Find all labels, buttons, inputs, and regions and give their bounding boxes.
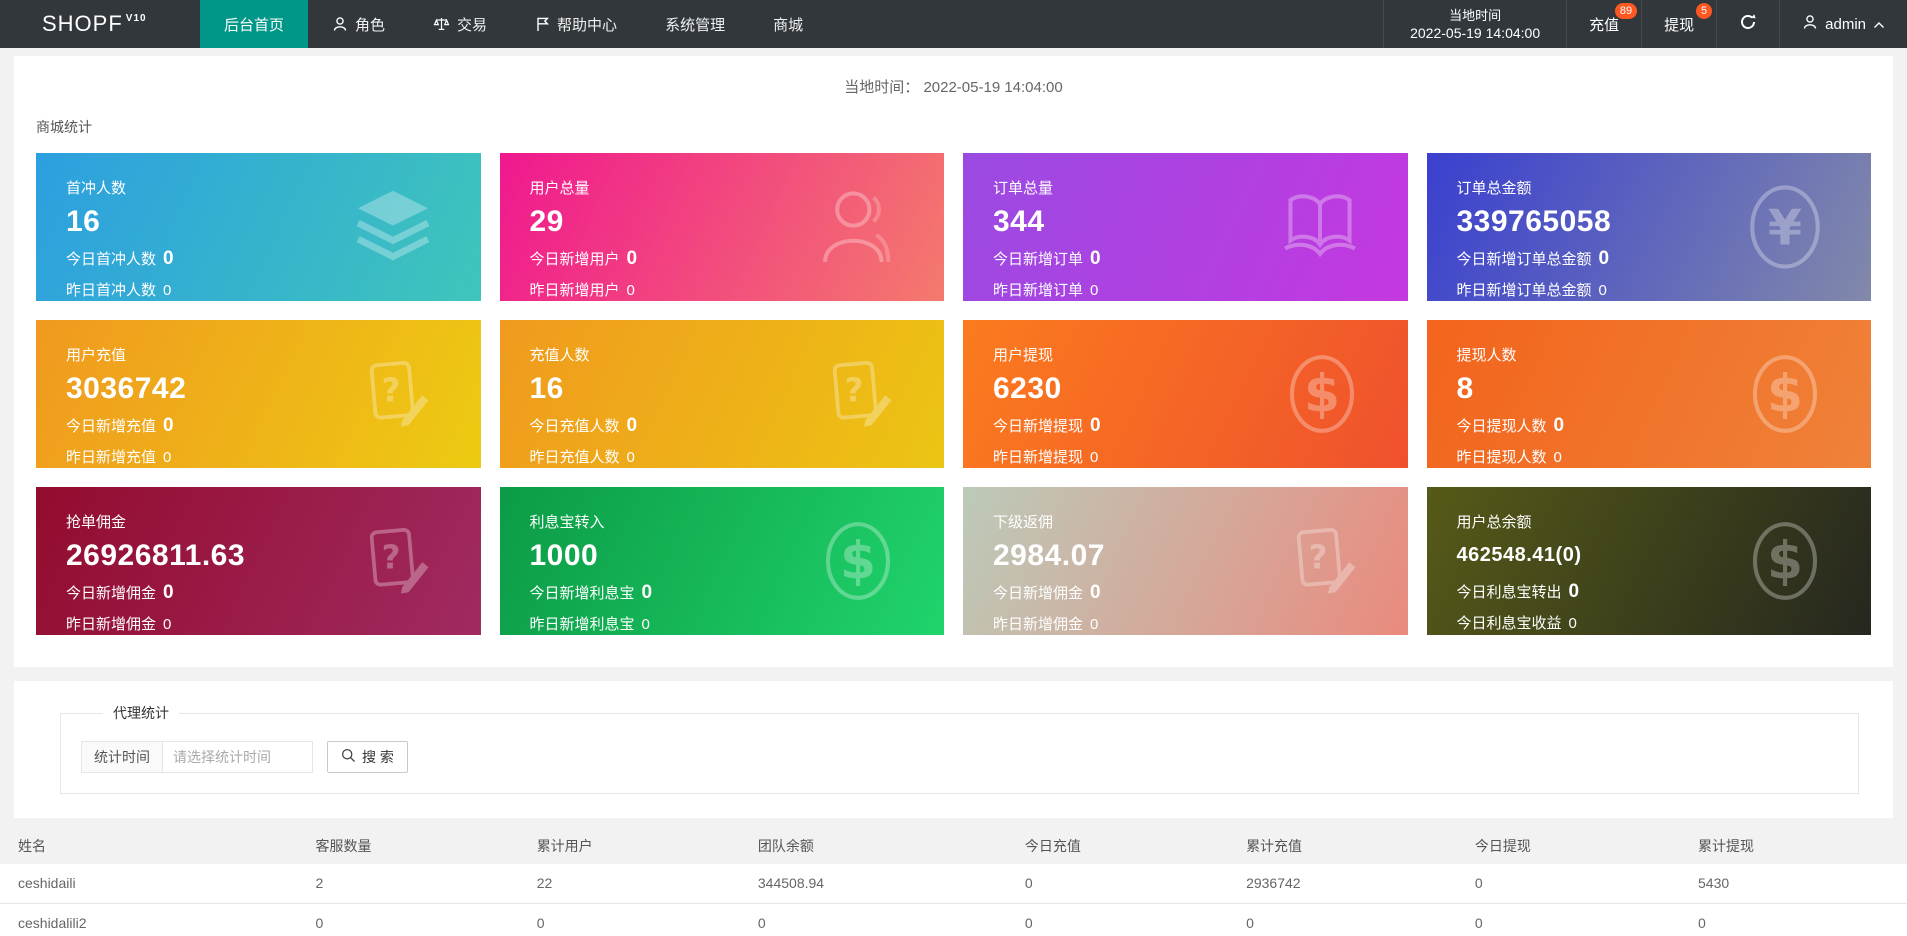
stat-card-withdraw-users: 提现人数 8 今日提现人数 0 昨日提现人数 0 $ [1426,320,1871,468]
content-local-time: 当地时间： 2022-05-19 14:04:00 [844,79,1063,96]
nav-item-mall[interactable]: 商城 [749,0,827,48]
recharge-button[interactable]: 充值 89 [1567,0,1643,48]
stat-card-sub-rebate: 下级返佣 2984.07 今日新增佣金 0 昨日新增佣金 0 ? [963,487,1408,635]
col-header-total-users: 累计用户 [518,828,740,864]
chevron-up-icon [1873,16,1885,33]
col-header-team-balance: 团队余额 [739,828,1007,864]
recharge-badge: 89 [1614,3,1638,19]
flag-icon [535,16,550,32]
person-icon [1802,14,1818,34]
stat-card-total-users: 用户总量 29 今日新增用户 0 昨日新增用户 0 [499,153,944,301]
agent-stats-legend: 代理统计 [113,705,169,721]
stat-card-user-recharge: 用户充值 3036742 今日新增充值 0 昨日新增充值 0 ? [36,320,481,468]
user-icon [332,16,348,32]
col-header-name: 姓名 [0,828,298,864]
yen-icon: ¥ [1744,182,1826,272]
stat-card-total-order-amount: 订单总金额 339765058 今日新增订单总金额 0 昨日新增订单总金额 0 ¥ [1426,153,1871,301]
logo-version: V10 [125,12,147,24]
svg-text:$: $ [1303,365,1339,425]
withdraw-button[interactable]: 提现 5 [1642,0,1718,48]
nav-item-trade[interactable]: 交易 [409,0,511,48]
dollar-icon: $ [1744,516,1826,606]
local-time-label: 当地时间 [1449,7,1502,23]
search-icon [341,748,356,766]
svg-text:?: ? [1308,539,1327,577]
edit-question-icon: ? [819,352,899,436]
dollar-icon: $ [817,516,899,606]
col-header-today-withdraw: 今日提现 [1456,828,1680,864]
nav-item-dashboard[interactable]: 后台首页 [200,0,309,48]
svg-text:¥: ¥ [1768,199,1802,257]
username: admin [1825,15,1866,33]
svg-text:?: ? [381,539,400,577]
nav-item-system[interactable]: 系统管理 [641,0,749,48]
svg-text:$: $ [840,532,876,592]
table-row: ceshidaili 2 22 344508.94 0 2936742 0 54… [0,864,1907,904]
svg-text:?: ? [845,372,864,410]
edit-question-icon: ? [356,519,436,603]
refresh-icon [1739,13,1757,35]
user-menu[interactable]: admin [1780,0,1907,48]
stat-time-label: 统计时间 [81,741,163,773]
stat-card-total-orders: 订单总量 344 今日新增订单 0 昨日新增订单 0 [963,153,1408,301]
svg-text:$: $ [1767,365,1803,425]
search-button[interactable]: 搜 索 [327,741,408,773]
agent-table-panel: 姓名 客服数量 累计用户 团队余额 今日充值 累计充值 今日提现 累计提现 ce… [0,828,1907,936]
stat-card-user-total-balance: 用户总余额 462548.41(0) 今日利息宝转出 0 今日利息宝收益 0 $ [1426,487,1871,635]
agent-table-header: 姓名 客服数量 累计用户 团队余额 今日充值 累计充值 今日提现 累计提现 [0,828,1907,864]
agent-filter-form: 统计时间 搜 索 [81,741,1838,773]
topbar: SHOPF V10 后台首页 角色 交易 帮助中心 系统管理 商城 当地时间 2… [0,0,1907,48]
stat-card-first-recharge-users: 首冲人数 16 今日首冲人数 0 昨日首冲人数 0 [36,153,481,301]
topbar-right: 当地时间 2022-05-19 14:04:00 充值 89 提现 5 admi… [1383,0,1907,48]
stats-panel: 当地时间： 2022-05-19 14:04:00 商城统计 首冲人数 16 今… [14,56,1893,667]
refresh-button[interactable] [1717,0,1781,48]
layers-icon [350,184,436,270]
stat-card-interest-transfer-in: 利息宝转入 1000 今日新增利息宝 0 昨日新增利息宝 0 $ [499,487,944,635]
dollar-icon: $ [1281,349,1363,439]
svg-text:?: ? [381,372,400,410]
stat-card-order-commission: 抢单佣金 26926811.63 今日新增佣金 0 昨日新增佣金 0 ? [36,487,481,635]
agent-stats-fieldset: 代理统计 统计时间 搜 索 [60,703,1859,794]
table-row: ceshidalili2 0 0 0 0 0 0 0 [0,903,1907,936]
local-time-block: 当地时间 2022-05-19 14:04:00 [1383,0,1568,48]
local-time-value: 2022-05-19 14:04:00 [1410,24,1541,41]
stat-card-user-withdraw: 用户提现 6230 今日新增提现 0 昨日新增提现 0 $ [963,320,1408,468]
nav-item-roles[interactable]: 角色 [308,0,409,48]
app-logo: SHOPF V10 [0,0,200,48]
withdraw-badge: 5 [1696,3,1713,19]
col-header-today-recharge: 今日充值 [1006,828,1229,864]
person-icon [813,184,899,270]
book-icon [1277,184,1363,270]
col-header-total-recharge: 累计充值 [1228,828,1457,864]
stat-card-recharge-users: 充值人数 16 今日充值人数 0 昨日充值人数 0 ? [499,320,944,468]
logo-text: SHOPF [42,11,123,36]
main-nav: 后台首页 角色 交易 帮助中心 系统管理 商城 [200,0,827,48]
stats-section-title: 商城统计 [36,119,92,135]
agent-stats-panel: 代理统计 统计时间 搜 索 [14,681,1893,818]
col-header-total-withdraw: 累计提现 [1680,828,1907,864]
edit-question-icon: ? [1283,519,1363,603]
nav-item-help-center[interactable]: 帮助中心 [511,0,641,48]
col-header-service-count: 客服数量 [297,828,519,864]
stat-cards-grid: 首冲人数 16 今日首冲人数 0 昨日首冲人数 0 用户总量 29 今日新增用户 0 … [14,153,1893,661]
dollar-icon: $ [1744,349,1826,439]
edit-question-icon: ? [356,352,436,436]
agent-table: 姓名 客服数量 累计用户 团队余额 今日充值 累计充值 今日提现 累计提现 ce… [0,828,1907,936]
scales-icon [433,16,450,32]
svg-text:$: $ [1767,532,1803,592]
stat-time-input[interactable] [163,741,313,773]
